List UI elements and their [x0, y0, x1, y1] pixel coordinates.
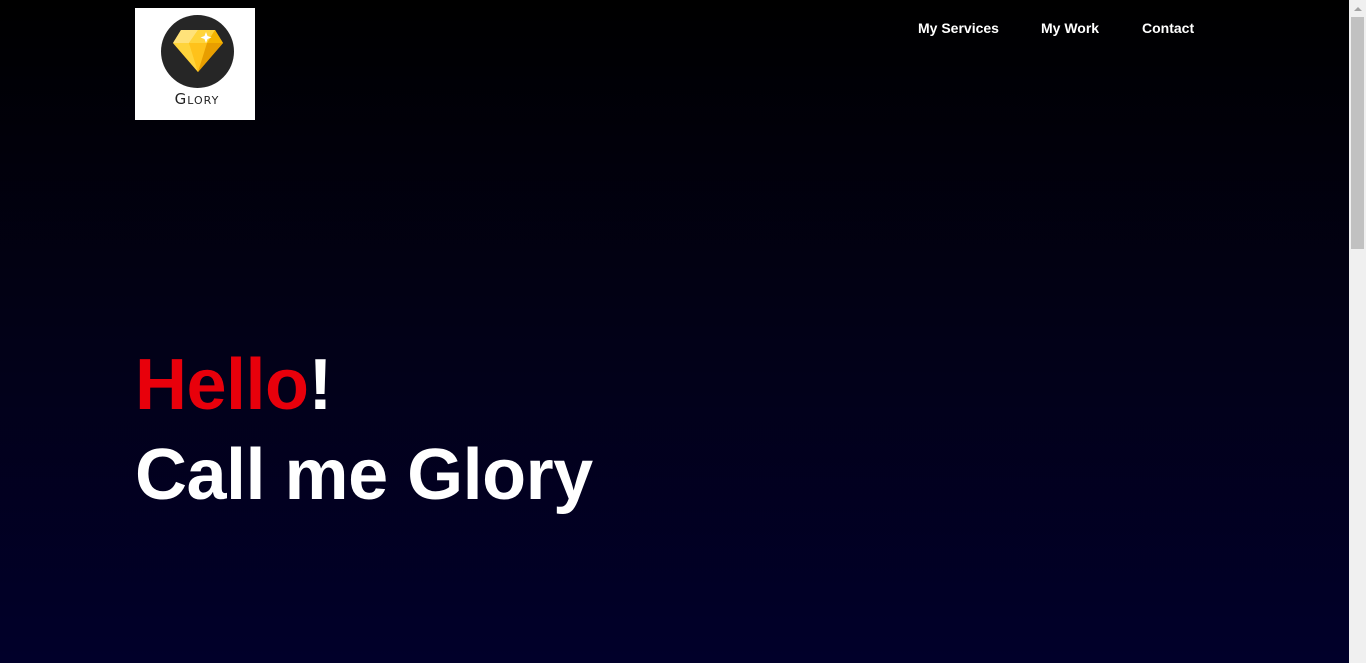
vertical-scrollbar[interactable]: [1349, 0, 1366, 663]
hello-exclamation: !: [308, 345, 333, 425]
scroll-up-arrow-icon[interactable]: [1349, 0, 1366, 17]
nav-item-my-services[interactable]: My Services: [918, 19, 999, 37]
scroll-thumb[interactable]: [1351, 17, 1364, 249]
logo-text: Glory: [174, 90, 220, 108]
hero-greeting: Hello!: [135, 340, 593, 430]
page: Glory My Services My Work Contact Hello!…: [0, 0, 1349, 663]
nav-item-contact[interactable]: Contact: [1142, 19, 1194, 37]
hero-subtitle: Call me Glory: [135, 435, 593, 515]
hello-word: Hello: [135, 345, 309, 425]
hero-heading: Hello! Call me Glory: [135, 340, 593, 520]
main-nav: My Services My Work Contact: [0, 19, 1349, 39]
nav-item-my-work[interactable]: My Work: [1041, 19, 1099, 37]
